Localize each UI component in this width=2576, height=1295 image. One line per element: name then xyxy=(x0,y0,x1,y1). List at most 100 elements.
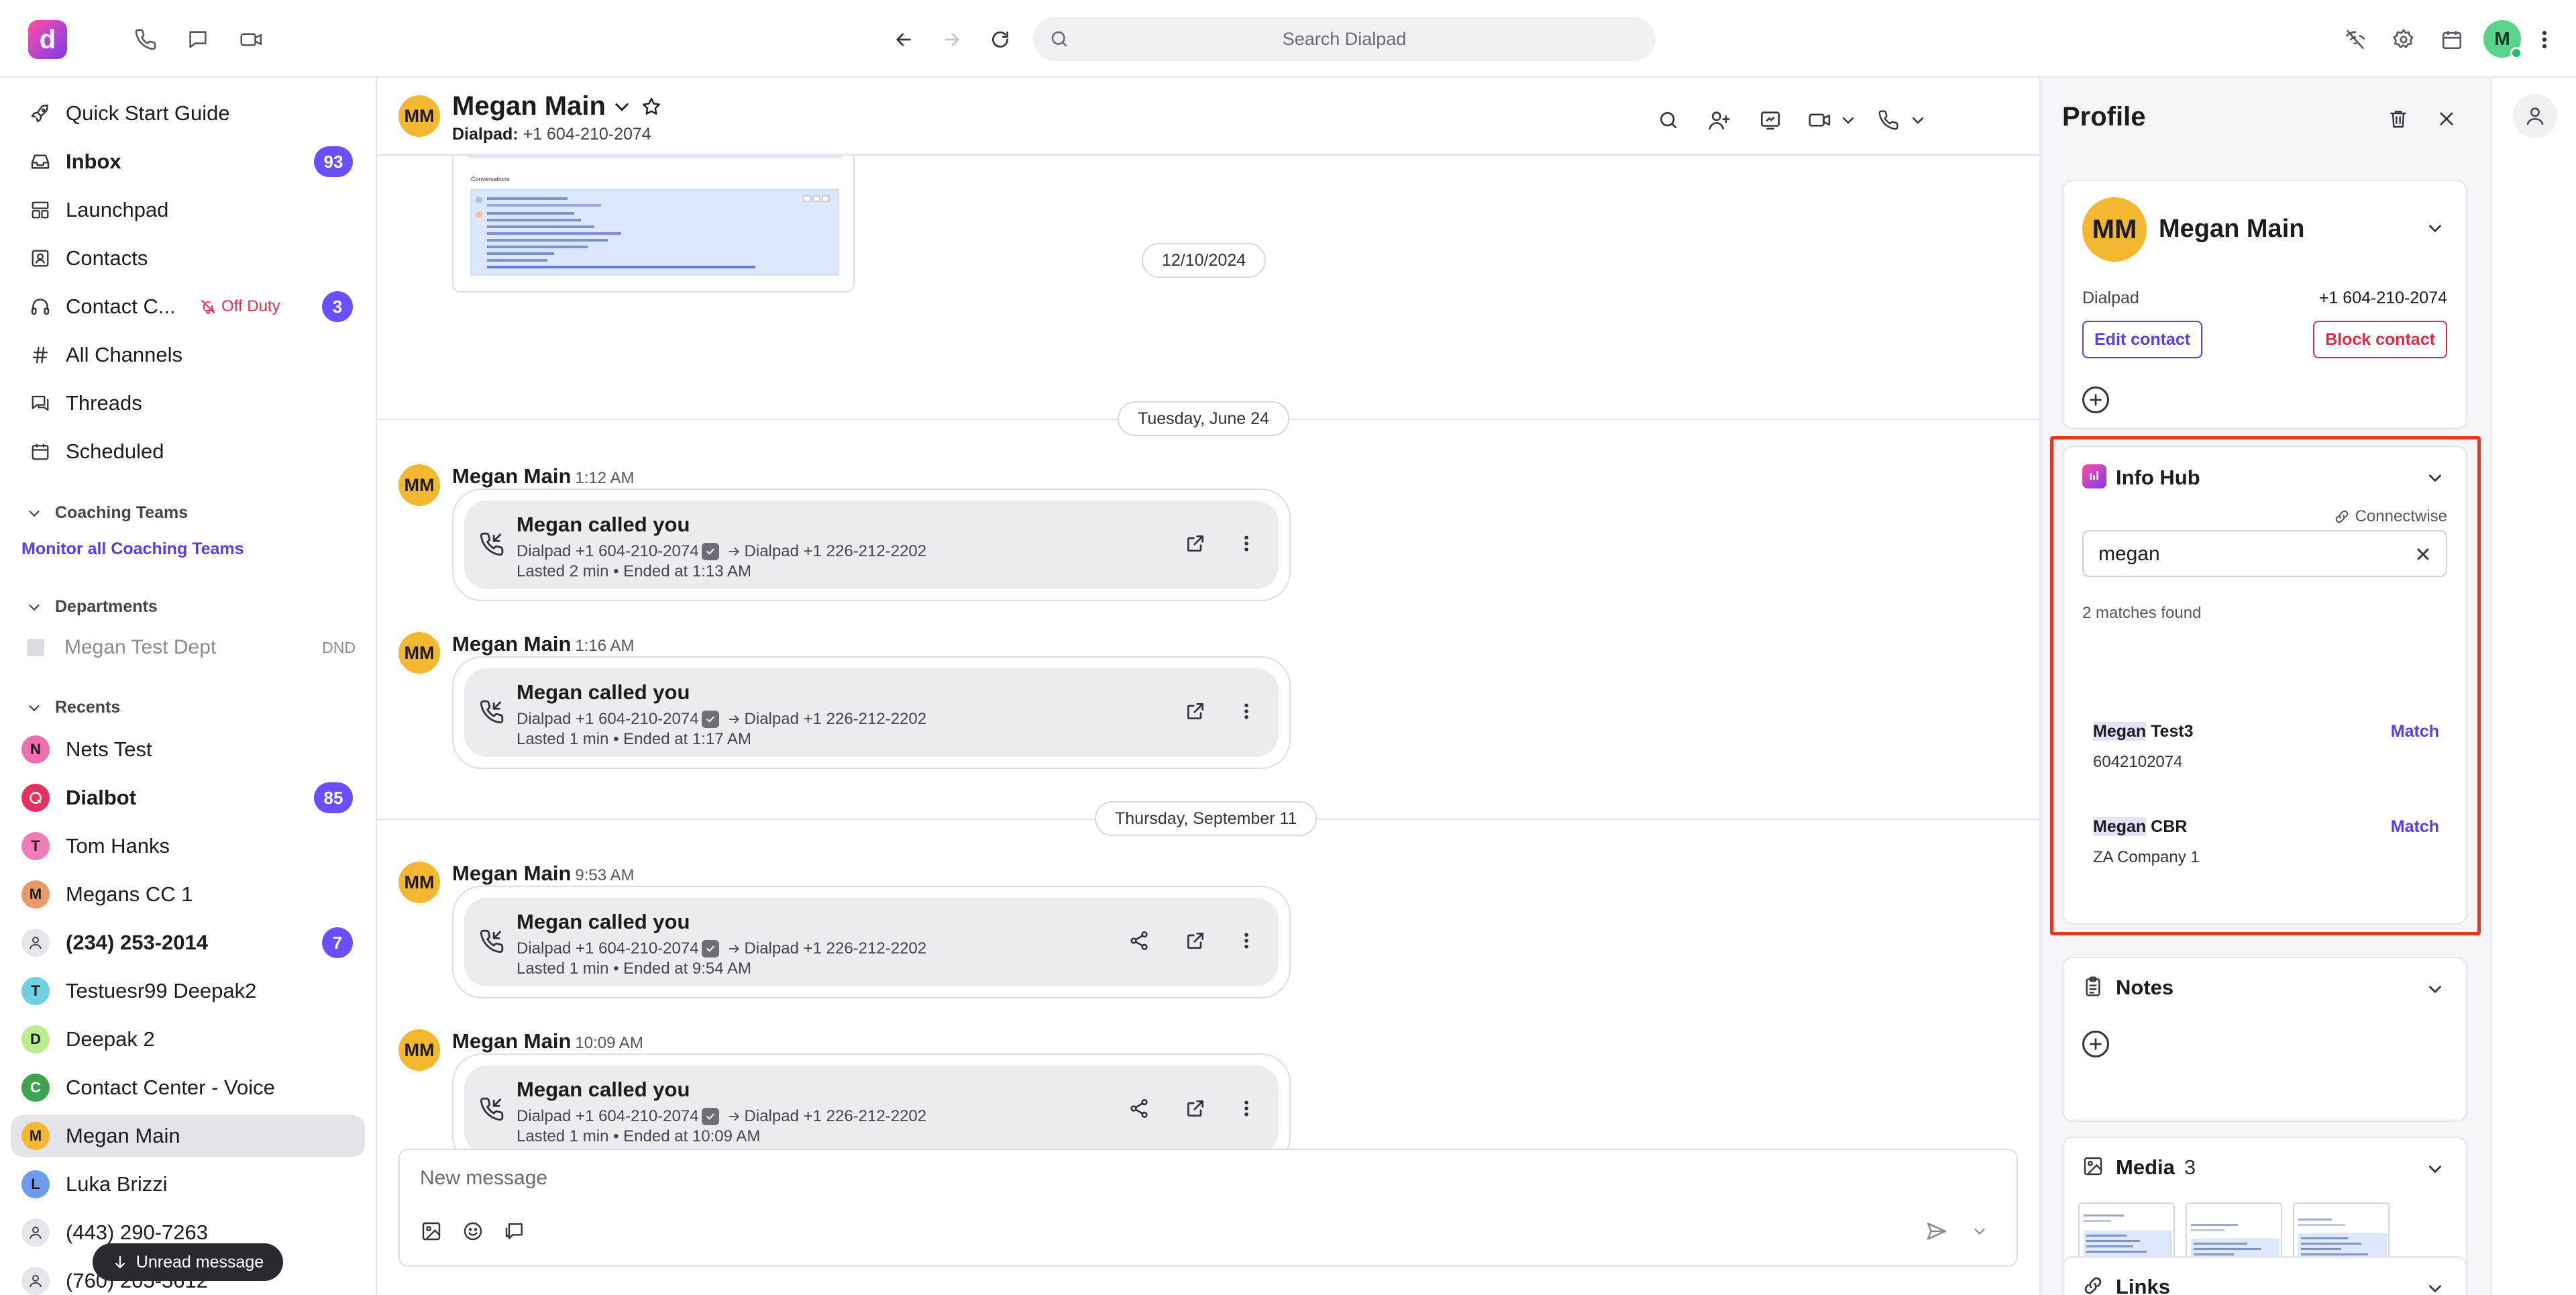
gear-icon[interactable] xyxy=(2388,24,2419,55)
coaching-teams-header[interactable]: Coaching Teams xyxy=(27,503,188,523)
chevron-down-icon[interactable] xyxy=(1966,1217,1994,1245)
chevron-down-icon[interactable] xyxy=(2420,1274,2450,1295)
contact-name-header[interactable]: Megan Main xyxy=(452,91,662,121)
match-button[interactable]: Match xyxy=(2391,722,2439,741)
contact-avatar[interactable]: MM xyxy=(398,95,440,137)
add-icon[interactable] xyxy=(2082,1031,2109,1057)
sub-label: Dialpad: xyxy=(452,125,519,144)
chevron-down-icon[interactable] xyxy=(2420,974,2450,1004)
open-external-icon[interactable] xyxy=(1179,925,1212,957)
recent-testuesr99[interactable]: T Testuesr99 Deepak2 xyxy=(11,970,365,1012)
more-vertical-icon[interactable] xyxy=(1230,527,1263,560)
video-icon[interactable] xyxy=(236,24,267,55)
recent-megan-main[interactable]: M Megan Main xyxy=(11,1115,365,1157)
video-call-icon[interactable] xyxy=(1805,105,1835,136)
search-input[interactable] xyxy=(1033,17,1656,61)
department-item[interactable]: Megan Test Dept DND xyxy=(27,631,356,664)
monitor-coaching-link[interactable]: Monitor all Coaching Teams xyxy=(21,539,244,559)
chevron-down-icon[interactable] xyxy=(2420,1154,2450,1184)
contact-phone[interactable]: +1 604-210-2074 xyxy=(2319,289,2447,308)
nav-inbox[interactable]: Inbox 93 xyxy=(11,141,365,183)
search-icon[interactable] xyxy=(1653,105,1684,136)
back-arrow-icon[interactable] xyxy=(888,24,919,55)
canned-response-icon[interactable] xyxy=(500,1217,529,1245)
more-vertical-icon[interactable] xyxy=(2529,24,2560,55)
contact-avatar[interactable]: MM xyxy=(2082,197,2147,262)
sender-avatar[interactable]: MM xyxy=(398,1029,440,1071)
departments-header[interactable]: Departments xyxy=(27,597,158,617)
add-person-icon[interactable] xyxy=(1704,105,1735,136)
nav-threads[interactable]: Threads xyxy=(11,382,365,424)
sender-avatar[interactable]: MM xyxy=(398,862,440,903)
image-icon[interactable] xyxy=(417,1217,445,1245)
chevron-down-icon[interactable] xyxy=(612,97,631,116)
share-icon[interactable] xyxy=(1123,925,1155,957)
chevron-down-icon[interactable] xyxy=(2420,213,2450,243)
global-search[interactable] xyxy=(1033,17,1656,61)
edit-contact-button[interactable]: Edit contact xyxy=(2082,321,2203,358)
more-vertical-icon[interactable] xyxy=(1230,1092,1263,1125)
info-hub-search-input[interactable] xyxy=(2098,541,2394,568)
call-card[interactable]: Megan called you Dialpad +1 604-210-2074… xyxy=(452,656,1291,769)
dialpad-logo[interactable]: d xyxy=(28,20,67,59)
avatar: N xyxy=(21,735,50,764)
call-card[interactable]: Megan called you Dialpad +1 604-210-2074… xyxy=(452,886,1291,998)
user-avatar[interactable]: M xyxy=(2483,20,2522,59)
user-initial: M xyxy=(2494,28,2510,49)
profile-toggle-icon[interactable] xyxy=(2513,94,2557,138)
recent-tom-hanks[interactable]: T Tom Hanks xyxy=(11,825,365,867)
recent-234-253-2014[interactable]: (234) 253-2014 7 xyxy=(11,922,365,964)
phone-call-icon[interactable] xyxy=(1873,105,1904,136)
recent-luka-brizzi[interactable]: L Luka Brizzi xyxy=(11,1163,365,1205)
emoji-icon[interactable] xyxy=(459,1217,487,1245)
launchpad-icon xyxy=(24,200,56,220)
chevron-down-icon[interactable] xyxy=(2420,463,2450,493)
chat-icon[interactable] xyxy=(182,24,213,55)
more-vertical-icon[interactable] xyxy=(1230,695,1263,727)
recent-contact-center-voice[interactable]: C Contact Center - Voice xyxy=(11,1067,365,1108)
nav-scheduled[interactable]: Scheduled xyxy=(11,431,365,472)
nav-label: Contacts xyxy=(66,246,148,270)
off-duty-status[interactable]: Off Duty xyxy=(200,297,280,316)
star-icon[interactable] xyxy=(641,96,662,117)
refresh-icon[interactable] xyxy=(985,24,1016,55)
connector-link[interactable]: Connectwise xyxy=(2334,507,2447,526)
add-icon[interactable] xyxy=(2082,386,2109,413)
phone-icon[interactable] xyxy=(130,24,161,55)
message-input[interactable] xyxy=(420,1165,1896,1192)
nav-launchpad[interactable]: Launchpad xyxy=(11,189,365,231)
open-external-icon[interactable] xyxy=(1179,1092,1212,1125)
attachment-preview[interactable]: Conversations xyxy=(452,156,855,293)
date-separator: Tuesday, June 24 xyxy=(1118,401,1289,436)
chevron-down-icon[interactable] xyxy=(1833,105,1864,136)
calendar-icon[interactable] xyxy=(2436,24,2467,55)
recent-deepak-2[interactable]: D Deepak 2 xyxy=(11,1019,365,1060)
more-vertical-icon[interactable] xyxy=(1230,925,1263,957)
clear-icon[interactable] xyxy=(2414,545,2432,564)
sender-avatar[interactable]: MM xyxy=(398,464,440,506)
chevron-down-icon[interactable] xyxy=(1902,105,1933,136)
trash-icon[interactable] xyxy=(2383,103,2414,134)
recent-dialbot[interactable]: Dialbot 85 xyxy=(11,777,365,819)
nav-all-channels[interactable]: All Channels xyxy=(11,334,365,376)
close-icon[interactable] xyxy=(2431,103,2462,134)
forward-arrow-icon[interactable] xyxy=(936,24,967,55)
recent-nets-test[interactable]: N Nets Test xyxy=(11,729,365,770)
attachment-heading: Conversations xyxy=(471,176,510,183)
unread-message-button[interactable]: Unread message xyxy=(93,1243,283,1281)
recent-megans-cc-1[interactable]: M Megans CC 1 xyxy=(11,874,365,915)
share-icon[interactable] xyxy=(1123,1092,1155,1125)
nav-contact-center[interactable]: Contact C... Off Duty 3 xyxy=(11,286,365,327)
recents-header[interactable]: Recents xyxy=(27,698,120,717)
notifications-muted-icon[interactable] xyxy=(2340,24,2371,55)
call-card[interactable]: Megan called you Dialpad +1 604-210-2074… xyxy=(452,488,1291,601)
screen-share-icon[interactable] xyxy=(1755,105,1786,136)
match-button[interactable]: Match xyxy=(2391,817,2439,837)
nav-contacts[interactable]: Contacts xyxy=(11,238,365,279)
open-external-icon[interactable] xyxy=(1179,527,1212,560)
send-icon[interactable] xyxy=(1923,1217,1951,1245)
open-external-icon[interactable] xyxy=(1179,695,1212,727)
nav-quick-start[interactable]: Quick Start Guide xyxy=(11,93,365,134)
sender-avatar[interactable]: MM xyxy=(398,632,440,674)
block-contact-button[interactable]: Block contact xyxy=(2313,321,2447,358)
